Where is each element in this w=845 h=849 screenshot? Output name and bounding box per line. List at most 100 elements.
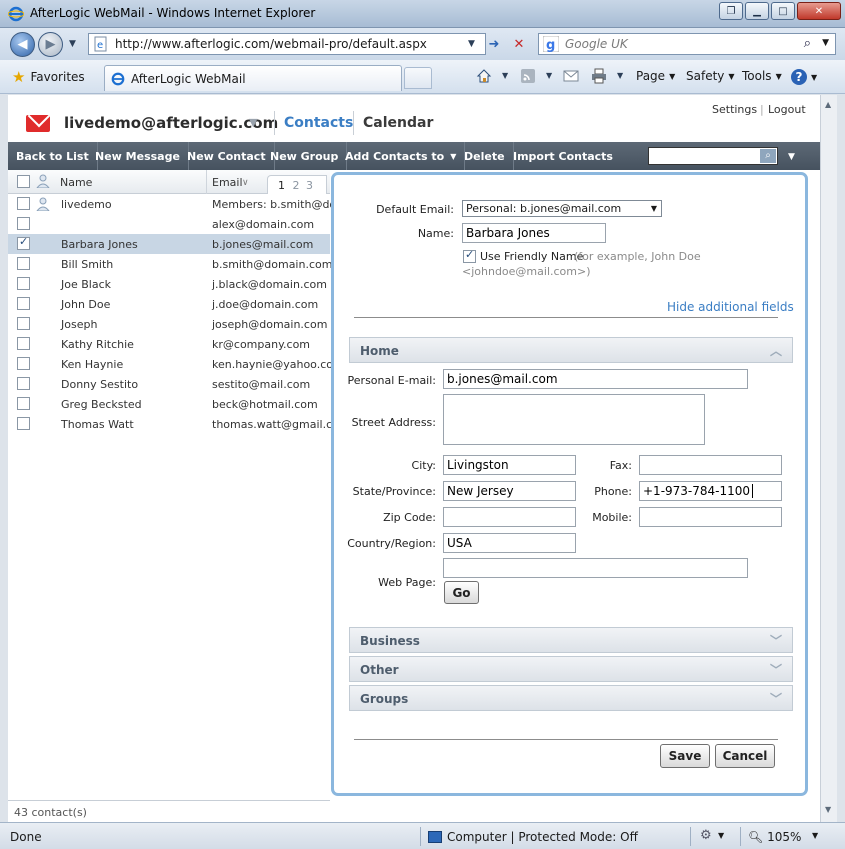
search-options-icon[interactable]: ▼ — [788, 152, 795, 162]
nav-contacts[interactable]: Contacts — [284, 115, 353, 131]
help-menu[interactable]: ? ▼ — [791, 69, 817, 85]
scroll-up-icon[interactable]: ▲ — [825, 100, 831, 109]
back-to-list-button[interactable]: Back to List — [8, 142, 98, 170]
go-button[interactable]: Go — [444, 581, 479, 604]
tools-menu[interactable]: Tools ▼ — [742, 69, 782, 83]
contact-row[interactable]: Joe Black j.black@domain.com — [8, 274, 330, 294]
add-contacts-to-button[interactable]: Add Contacts to ▼ — [337, 142, 466, 170]
row-checkbox[interactable] — [17, 337, 30, 350]
section-home[interactable]: Home ︿ — [349, 337, 793, 363]
account-dropdown-icon[interactable]: ▼ — [249, 116, 257, 129]
new-message-button[interactable]: New Message — [87, 142, 189, 170]
home-icon[interactable] — [476, 68, 492, 84]
contacts-search-input[interactable]: ⌕ — [648, 147, 778, 165]
page-menu[interactable]: Page ▼ — [636, 69, 675, 83]
select-all-checkbox[interactable] — [17, 175, 30, 188]
city-input[interactable]: Livingston — [443, 455, 576, 475]
row-checkbox[interactable] — [17, 235, 30, 250]
favorites-button[interactable]: ★ Favorites — [12, 68, 85, 86]
contact-row[interactable]: John Doe j.doe@domain.com — [8, 294, 330, 314]
restore-icon[interactable]: ❐ — [719, 2, 743, 20]
row-checkbox[interactable] — [17, 277, 30, 290]
hide-additional-fields-link[interactable]: Hide additional fields — [667, 300, 794, 314]
new-contact-button[interactable]: New Contact — [179, 142, 275, 170]
contact-row[interactable]: Ken Haynie ken.haynie@yahoo.com — [8, 354, 344, 374]
print-icon[interactable] — [591, 68, 607, 84]
security-zone[interactable]: Computer | Protected Mode: Off — [428, 830, 638, 844]
scroll-down-icon[interactable]: ▼ — [825, 805, 831, 814]
column-name[interactable]: Name — [60, 176, 92, 189]
home-dropdown-icon[interactable]: ▼ — [502, 71, 508, 80]
close-window-button[interactable]: ✕ — [797, 2, 841, 20]
settings-link[interactable]: Settings — [712, 103, 757, 116]
contact-row[interactable]: Kathy Ritchie kr@company.com — [8, 334, 330, 354]
column-email[interactable]: Email — [212, 176, 243, 189]
protected-mode-icon[interactable]: ⚙ — [700, 828, 712, 843]
row-checkbox[interactable] — [17, 417, 30, 430]
row-checkbox[interactable] — [17, 397, 30, 410]
phone-input[interactable]: +1-973-784-1100 — [639, 481, 782, 501]
cancel-button[interactable]: Cancel — [715, 744, 775, 768]
browser-tab[interactable]: AfterLogic WebMail — [104, 65, 402, 91]
account-name[interactable]: livedemo@afterlogic.com — [64, 114, 278, 132]
search-field[interactable]: g Google UK ⌕ ▼ — [538, 33, 836, 55]
feeds-dropdown-icon[interactable]: ▼ — [546, 71, 552, 80]
section-business[interactable]: Business ﹀ — [349, 627, 793, 653]
address-field[interactable]: e http://www.afterlogic.com/webmail-pro/… — [88, 33, 486, 55]
country-input[interactable]: USA — [443, 533, 576, 553]
zoom-dropdown-icon[interactable]: ▼ — [812, 831, 818, 840]
history-dropdown-icon[interactable]: ▼ — [69, 39, 76, 49]
mobile-input[interactable] — [639, 507, 782, 527]
section-groups[interactable]: Groups ﹀ — [349, 685, 793, 711]
search-icon[interactable]: ⌕ — [760, 149, 776, 163]
zoom-control[interactable]: 🔍︎ 105% — [748, 830, 801, 844]
new-tab-button[interactable] — [404, 67, 432, 89]
row-checkbox[interactable] — [17, 217, 30, 230]
row-checkbox[interactable] — [17, 297, 30, 310]
minimize-button[interactable]: ▁ — [745, 2, 769, 20]
contact-row[interactable]: Greg Becksted beck@hotmail.com — [8, 394, 330, 414]
maximize-button[interactable]: □ — [771, 2, 795, 20]
state-input[interactable]: New Jersey — [443, 481, 576, 501]
stop-icon[interactable]: ✕ — [509, 34, 529, 54]
contact-row[interactable]: Donny Sestito sestito@mail.com — [8, 374, 330, 394]
row-checkbox[interactable] — [17, 257, 30, 270]
page-3[interactable]: 3 — [306, 179, 313, 192]
save-button[interactable]: Save — [660, 744, 710, 768]
contact-row[interactable]: alex@domain.com — [8, 214, 330, 234]
row-checkbox[interactable] — [17, 357, 30, 370]
print-dropdown-icon[interactable]: ▼ — [617, 71, 623, 80]
sort-chevron-icon[interactable]: ∨ — [242, 178, 249, 188]
go-arrow-icon[interactable]: ➜ — [484, 34, 504, 54]
feeds-icon[interactable] — [520, 68, 536, 84]
contact-row[interactable]: Bill Smith b.smith@domain.com — [8, 254, 332, 274]
back-button[interactable]: ◀ — [10, 32, 35, 57]
search-options-icon[interactable]: ▼ — [822, 38, 829, 48]
street-address-textarea[interactable] — [443, 394, 705, 445]
safety-menu[interactable]: Safety ▼ — [686, 69, 735, 83]
personal-email-input[interactable]: b.jones@mail.com — [443, 369, 748, 389]
new-group-button[interactable]: New Group — [262, 142, 348, 170]
contact-row[interactable]: livedemo Members: b.smith@domain.com — [8, 194, 391, 214]
name-input[interactable]: Barbara Jones — [462, 223, 606, 243]
page-scrollbar[interactable]: ▲ ▼ — [820, 95, 837, 822]
contact-row[interactable]: Barbara Jones b.jones@mail.com — [8, 234, 330, 254]
row-checkbox[interactable] — [17, 317, 30, 330]
page-1[interactable]: 1 — [278, 179, 285, 192]
address-dropdown-icon[interactable]: ▼ — [468, 39, 475, 49]
row-checkbox[interactable] — [17, 197, 30, 210]
contact-row[interactable]: Joseph joseph@domain.com — [8, 314, 330, 334]
fax-input[interactable] — [639, 455, 782, 475]
row-checkbox[interactable] — [17, 377, 30, 390]
web-page-input[interactable] — [443, 558, 748, 578]
use-friendly-name-checkbox[interactable] — [463, 248, 476, 263]
nav-calendar[interactable]: Calendar — [363, 115, 433, 131]
import-contacts-button[interactable]: Import Contacts — [505, 142, 621, 170]
protected-mode-dropdown-icon[interactable]: ▼ — [718, 831, 724, 840]
zip-input[interactable] — [443, 507, 576, 527]
search-icon[interactable]: ⌕ — [804, 36, 811, 51]
read-mail-icon[interactable] — [563, 68, 579, 84]
page-2[interactable]: 2 — [293, 179, 300, 192]
forward-button[interactable]: ▶ — [38, 32, 63, 57]
section-other[interactable]: Other ﹀ — [349, 656, 793, 682]
